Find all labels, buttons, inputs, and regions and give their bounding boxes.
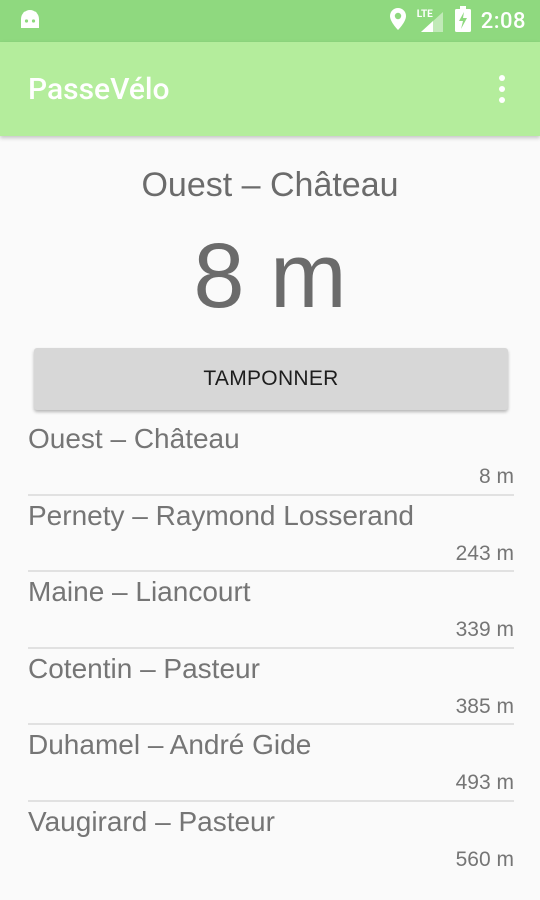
- current-station-distance: 8 m: [193, 225, 347, 327]
- overflow-menu-icon[interactable]: [478, 59, 526, 119]
- station-distance: 339 m: [455, 618, 514, 641]
- station-name: Pernety – Raymond Losserand: [28, 499, 414, 531]
- app-bar: PasseVélo: [0, 42, 540, 136]
- station-distance: 8 m: [478, 465, 514, 488]
- battery-charging-icon: [454, 6, 471, 36]
- station-distance: 385 m: [455, 694, 514, 718]
- station-distance: 493 m: [455, 771, 514, 794]
- list-item[interactable]: Ouest – Château 8 m: [28, 419, 514, 496]
- stamp-button[interactable]: TAMPONNER: [34, 348, 508, 410]
- list-item[interactable]: Maine – Liancourt 339 m: [28, 572, 514, 649]
- list-item[interactable]: Duhamel – André Gide 493 m: [28, 725, 514, 802]
- list-item[interactable]: Vaugirard – Pasteur 560 m: [28, 802, 514, 879]
- list-item[interactable]: Pernety – Raymond Losserand 243 m: [28, 496, 514, 572]
- status-bar: LTE 2:08: [0, 0, 540, 42]
- android-icon: [18, 8, 42, 34]
- station-distance: 560 m: [455, 847, 514, 871]
- station-name: Duhamel – André Gide: [28, 729, 312, 760]
- app-title: PasseVélo: [28, 71, 170, 107]
- station-name: Maine – Liancourt: [28, 576, 251, 607]
- station-name: Vaugirard – Pasteur: [28, 805, 275, 837]
- signal-icon: LTE: [417, 9, 445, 33]
- station-name: Ouest – Château: [28, 423, 240, 454]
- current-station-name: Ouest – Château: [141, 166, 399, 204]
- location-icon: [389, 7, 407, 35]
- list-item[interactable]: Cotentin – Pasteur 385 m: [28, 649, 514, 725]
- station-list: Ouest – Château 8 m Pernety – Raymond Lo…: [28, 419, 514, 878]
- station-distance: 243 m: [455, 541, 514, 565]
- clock-time: 2:08: [480, 8, 526, 34]
- station-name: Cotentin – Pasteur: [28, 652, 260, 684]
